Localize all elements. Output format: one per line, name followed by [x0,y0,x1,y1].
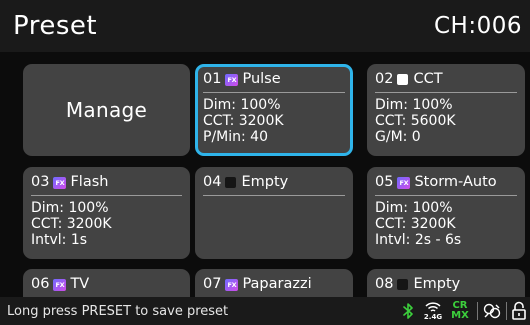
preset-details: Dim: 100% CCT: 3200K Intvl: 2s - 6s [375,200,517,248]
channel-indicator: CH:006 [433,13,522,39]
preset-header: 07 FX Paparazzi [203,276,345,297]
preset-name: TV [70,276,90,292]
status-divider [477,302,478,320]
preset-header: 02 CCT [375,71,517,93]
preset-number: 07 [203,276,222,292]
preset-name: Paparazzi [242,276,312,292]
preset-detail-line: Dim: 100% [31,200,109,216]
preset-name: Flash [70,174,109,190]
preset-number: 08 [375,276,394,292]
fx-effect-icon: FX [225,278,239,291]
preset-detail-line: CCT: 3200K [375,216,456,232]
crmx-bottom-label: MX [451,310,469,321]
preset-header: 01 FX Pulse [203,71,345,93]
preset-details: Dim: 100% CCT: 3200K Intvl: 1s [31,200,182,248]
preset-name: Empty [241,174,289,190]
preset-number: 02 [375,71,394,87]
preset-number: 01 [203,71,222,87]
preset-header: 08 Empty [375,276,517,297]
header-bar: Preset CH:006 [0,0,530,52]
preset-name: CCT [413,71,443,87]
preset-detail-line: Dim: 100% [375,97,453,113]
preset-header: 05 FX Storm-Auto [375,174,517,196]
preset-detail-line: Dim: 100% [375,200,453,216]
preset-name: Storm-Auto [414,174,497,190]
preset-header: 04 Empty [203,174,345,196]
bluetooth-icon [400,297,416,325]
preset-number: 04 [203,174,222,190]
preset-detail-line: G/M: 0 [375,129,421,145]
preset-screen: Preset CH:006 Manage 01 FX Pulse Dim: 10… [0,0,530,325]
status-bar: Long press PRESET to save preset 2.4G CR… [0,297,530,325]
preset-tile-02[interactable]: 02 CCT Dim: 100% CCT: 5600K G/M: 0 [367,64,525,156]
preset-detail-line: CCT: 3200K [203,113,284,129]
manage-button[interactable]: Manage [23,64,190,156]
preset-detail-line: Dim: 100% [203,97,281,113]
preset-tile-04[interactable]: 04 Empty [195,167,353,259]
preset-detail-line: Intvl: 1s [31,232,88,248]
status-divider [506,302,507,320]
manage-label: Manage [65,98,148,122]
preset-detail-line: CCT: 5600K [375,113,456,129]
preset-details: Dim: 100% CCT: 5600K G/M: 0 [375,97,517,145]
wireless-band-label: 2.4G [423,313,443,321]
status-icons: 2.4G CR MX [400,297,528,325]
preset-name: Pulse [242,71,281,87]
cct-mode-icon [397,74,409,85]
preset-header: 06 FX TV [31,276,182,297]
preset-detail-line: P/Min: 40 [203,129,268,145]
fx-effect-icon: FX [53,278,67,291]
preset-tile-05[interactable]: 05 FX Storm-Auto Dim: 100% CCT: 3200K In… [367,167,525,259]
lock-icon[interactable] [510,297,528,325]
preset-number: 03 [31,174,50,190]
link-icon [481,297,503,325]
preset-number: 06 [31,276,50,292]
preset-header: 03 FX Flash [31,174,182,196]
preset-detail-line: CCT: 3200K [31,216,112,232]
page-title: Preset [13,11,98,41]
preset-tile-03[interactable]: 03 FX Flash Dim: 100% CCT: 3200K Intvl: … [23,167,190,259]
fx-effect-icon: FX [397,176,411,189]
preset-number: 05 [375,174,394,190]
preset-detail-line: Intvl: 2s - 6s [375,232,462,248]
preset-tile-01[interactable]: 01 FX Pulse Dim: 100% CCT: 3200K P/Min: … [195,64,353,156]
empty-slot-icon [225,177,237,188]
fx-effect-icon: FX [225,73,239,86]
preset-details: Dim: 100% CCT: 3200K P/Min: 40 [203,97,345,145]
crmx-icon: CR MX [450,301,470,321]
status-message: Long press PRESET to save preset [7,303,229,319]
fx-effect-icon: FX [53,176,67,189]
wireless-2.4g-icon: 2.4G [420,297,446,325]
preset-name: Empty [413,276,461,292]
empty-slot-icon [397,279,409,290]
